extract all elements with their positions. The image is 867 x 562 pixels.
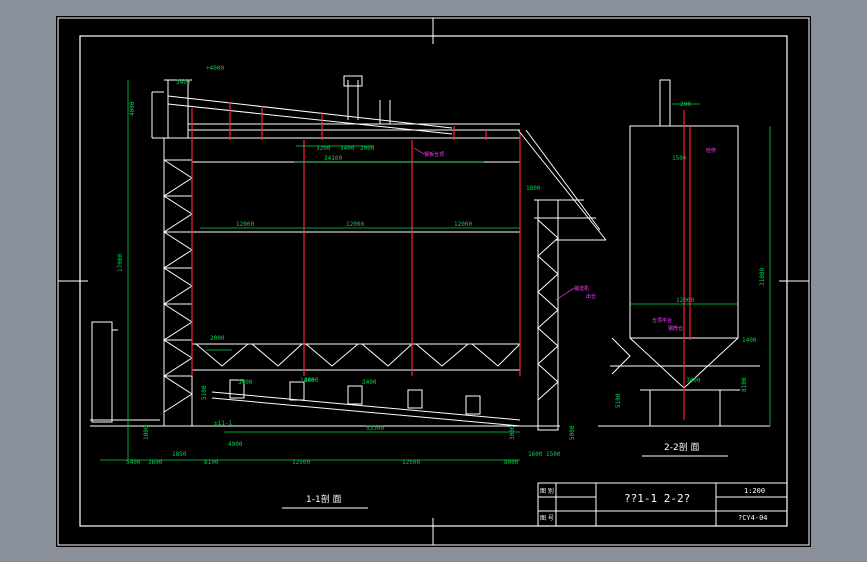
- dim-bottom-1: 3600: [148, 459, 163, 466]
- section-2-title: 2-2剖 面: [664, 441, 700, 453]
- dim-top-1: 3400: [340, 145, 355, 152]
- annotation-1: 钢板仓顶: [424, 151, 444, 158]
- elev-top: +4000: [206, 65, 224, 72]
- dim-span-0: 12000: [236, 221, 254, 228]
- dim-top-0: 3200: [316, 145, 331, 152]
- s2-dim-5: 8100: [741, 377, 748, 392]
- title-block-row1-label: 图 别: [540, 487, 554, 495]
- dim-bottom-5: 12500: [402, 459, 420, 466]
- section-1-title: 1-1剖 面: [306, 493, 342, 505]
- dim-bottom-6: 8000: [504, 459, 519, 466]
- mark-top: 3400: [176, 79, 191, 86]
- annotation-3: 出仓: [586, 293, 596, 300]
- s2-dim-1: 1500: [672, 155, 687, 162]
- dim-height-0: 4000: [129, 101, 136, 116]
- dim-span-2: 12000: [454, 221, 472, 228]
- dim-height-4: 3000: [509, 425, 516, 440]
- drawing-canvas: 5400 3600 1850 8100 12500 12500 8000 160…: [56, 16, 811, 547]
- s2-annotation-2: 仓顶平台: [652, 317, 672, 324]
- s2-dim-2: 12000: [676, 297, 694, 304]
- s2-annotation-1: 检修: [706, 147, 716, 154]
- elev-low: ±11-1: [214, 420, 232, 427]
- dim-bottom-8: 1500: [546, 451, 561, 458]
- dim-bottom-4: 12500: [292, 459, 310, 466]
- s2-dim-6: 31000: [759, 268, 766, 286]
- dim-bottom-7: 1600: [528, 451, 543, 458]
- title-block-row2-label: 图 号: [540, 515, 554, 522]
- dim-bottom-3: 8100: [204, 459, 219, 466]
- dim-hopper-3: 3400: [362, 379, 377, 386]
- s2-annotation-3: 钢筒仓: [668, 325, 683, 332]
- dim-top-2: 2000: [360, 145, 375, 152]
- dim-height-1: 17000: [117, 254, 124, 272]
- dim-small: 4900: [228, 441, 243, 448]
- s2-dim-3: 3400: [686, 377, 701, 384]
- dim-height-5: 5000: [569, 425, 576, 440]
- drawing-title: ??1-1 2-2?: [624, 492, 690, 505]
- s2-dim-0: 200: [680, 101, 691, 108]
- s2-dim-4: 1400: [742, 337, 757, 344]
- cad-viewport: 5400 3600 1850 8100 12500 12500 8000 160…: [0, 0, 867, 562]
- dim-bottom-2: 1850: [172, 451, 187, 458]
- annotation-2: 输送机: [574, 285, 589, 292]
- s2-dim-7: 5100: [615, 393, 622, 408]
- dim-hopper-1: 3400: [238, 379, 253, 386]
- dim-bottom-0: 5400: [126, 459, 141, 466]
- drawing-number: ?CY4-04: [738, 514, 768, 522]
- drawing-scale: 1:200: [744, 487, 765, 495]
- dim-span-1: 12000: [346, 221, 364, 228]
- mark-right: 1800: [526, 185, 541, 192]
- mark-left: 1400: [300, 377, 315, 384]
- dim-height-2: 5100: [201, 385, 208, 400]
- dim-long: 53300: [366, 425, 384, 432]
- dim-height-3: 1000: [143, 425, 150, 440]
- dim-hopper-0: 2000: [210, 335, 225, 342]
- dim-top-3: 34100: [324, 155, 342, 162]
